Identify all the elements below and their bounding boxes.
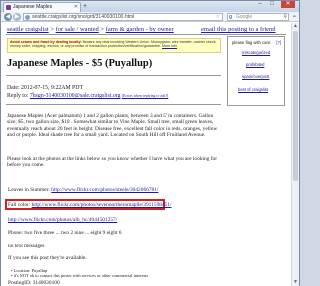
menu-icon[interactable]: ≡ — [291, 13, 298, 21]
list-item: • it's NOT ok to contact this poster wit… — [11, 273, 149, 279]
search-box[interactable]: g Google ⚲ — [227, 13, 289, 21]
flag-spam-link[interactable]: spam/overpost — [242, 74, 269, 79]
address-bar[interactable]: seattle.craigslist.org/sno/grd/314003010… — [23, 13, 223, 21]
notice-heading: Avoid scams and fraud by dealing locally… — [10, 40, 82, 44]
tab-title: Japanese Maples — [13, 4, 53, 10]
reply-email-link[interactable]: 7hsgn-3140030100@sale.craigslist.org — [30, 93, 121, 99]
breadcrumb: seattle craigslist > for sale / wanted >… — [7, 26, 174, 33]
more-info-link[interactable]: More info — [162, 44, 177, 48]
posting-id: PostingID: 3140030100 — [8, 280, 60, 286]
flag-miscategorized-link[interactable]: miscategorized — [242, 50, 270, 55]
leaves-label: Leaves in Summer: — [8, 187, 52, 193]
flag-posting-box: please flag with care: [?] miscategorize… — [227, 36, 285, 106]
maximize-button[interactable]: □ — [267, 1, 277, 8]
flag-help-link[interactable]: [?] — [276, 40, 281, 45]
posting-notes-list: • Location: Puyallup • it's NOT ok to co… — [11, 268, 148, 279]
flag-prohibited-link[interactable]: prohibited — [246, 62, 264, 67]
leaves-summer-row: Leaves in Summer: http://www.flickr.com/… — [8, 187, 158, 193]
bookmark-star-icon[interactable]: ☆ — [216, 14, 220, 20]
url-text: seattle.craigslist.org/sno/grd/314003010… — [32, 14, 135, 20]
third-photo-link[interactable]: http://www.flickr.com/photos/alb_hc/4044… — [8, 217, 117, 223]
window-close-button[interactable]: ✕ — [281, 1, 295, 8]
posting-title: Japanese Maples - $5 (Puyallup) — [7, 58, 153, 69]
vertical-scrollbar[interactable]: ▲ ▼ — [291, 23, 299, 286]
tab-bar: Japanese Maples ✕ + – □ ✕ — [1, 1, 299, 12]
divider — [6, 75, 221, 76]
navigation-bar: ◀ ▶ seattle.craigslist.org/sno/grd/31400… — [1, 12, 299, 22]
google-icon: g — [229, 14, 233, 20]
scroll-thumb[interactable] — [293, 31, 298, 181]
scam-warning-notice: Avoid scams and fraud by dealing locally… — [7, 38, 221, 53]
location-note: Location: Puyallup — [13, 268, 48, 273]
posting-date: Date: 2012-07-15, 9:22AM PDT — [7, 85, 83, 91]
fall-color-row: Fall color: http://www.flickr.com/photos… — [8, 202, 172, 208]
email-posting-link[interactable]: email this posting to a friend — [201, 26, 276, 33]
search-placeholder: Google — [236, 14, 253, 20]
fall-label: Fall color: — [8, 202, 32, 208]
search-icon[interactable]: ⚲ — [283, 14, 287, 20]
scroll-down-icon[interactable]: ▼ — [292, 279, 299, 286]
breadcrumb-for-sale-link[interactable]: for sale / wanted — [56, 26, 99, 33]
scroll-up-icon[interactable]: ▲ — [292, 23, 299, 30]
fall-photo-link[interactable]: http://www.flickr.com/photos/sevennorthe… — [32, 202, 172, 208]
commercial-note: it's NOT ok to contact this poster with … — [13, 273, 149, 279]
reply-label: Reply to: — [7, 93, 30, 99]
back-button[interactable]: ◀ — [4, 13, 12, 21]
availability-line: If you see this post they're available. — [8, 255, 87, 261]
tab-close-icon[interactable]: ✕ — [74, 3, 78, 12]
divider — [6, 34, 286, 35]
reply-line: Reply to: 7hsgn-3140030100@sale.craigsli… — [7, 93, 168, 99]
minimize-button[interactable]: – — [255, 1, 265, 8]
breadcrumb-site-link[interactable]: seattle craigslist — [7, 26, 49, 33]
phone-line: Phone: two five three ... two 2 nine ...… — [8, 230, 122, 236]
globe-icon — [25, 15, 30, 20]
divider — [6, 104, 221, 105]
no-text-messages: no text messages — [8, 243, 45, 249]
new-tab-button[interactable]: + — [83, 3, 91, 11]
flag-best-of-link[interactable]: best of craigslist — [238, 87, 268, 92]
flag-heading: please flag with care: — [232, 40, 272, 45]
breadcrumb-farm-garden-link[interactable]: farm & garden - by owner — [106, 26, 174, 33]
reply-errors-link[interactable]: [Errors when replying to ads?] — [122, 94, 168, 98]
browser-window: Japanese Maples ✕ + – □ ✕ ◀ ▶ seattle.cr… — [0, 0, 300, 286]
photos-instruction: Please look at the photos at the links b… — [7, 156, 218, 169]
tab-japanese-maples[interactable]: Japanese Maples ✕ — [3, 2, 81, 12]
forward-button[interactable]: ▶ — [13, 13, 21, 21]
page-content: seattle craigslist > for sale / wanted >… — [1, 23, 291, 286]
posting-description: Japanese Maples (Acer palmatum) 1 and 2 … — [7, 113, 218, 139]
third-photo-row: http://www.flickr.com/photos/alb_hc/4044… — [8, 217, 117, 223]
leaves-photo-link[interactable]: http://www.flickr.com/photos/steele/3042… — [51, 187, 158, 193]
craigslist-favicon-icon — [6, 5, 11, 10]
